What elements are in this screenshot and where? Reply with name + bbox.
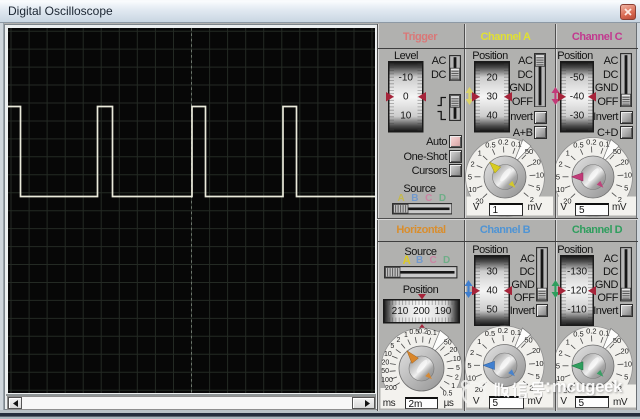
svg-text:20: 20 bbox=[450, 347, 458, 354]
svg-text:0.1: 0.1 bbox=[511, 328, 521, 337]
svg-text:0.5: 0.5 bbox=[485, 329, 495, 338]
svg-text:200: 200 bbox=[413, 306, 430, 317]
svg-text:30: 30 bbox=[486, 91, 498, 102]
svg-text:50: 50 bbox=[524, 336, 532, 345]
svg-text:0.1: 0.1 bbox=[511, 139, 521, 148]
svg-text:190: 190 bbox=[434, 306, 451, 317]
svg-text:30: 30 bbox=[486, 266, 498, 277]
svg-text:-110: -110 bbox=[567, 304, 587, 315]
svg-text:2: 2 bbox=[396, 337, 400, 344]
svg-text:210: 210 bbox=[391, 306, 408, 317]
svg-text:50: 50 bbox=[613, 336, 621, 345]
svg-text:20: 20 bbox=[621, 347, 629, 356]
svg-text:-10: -10 bbox=[399, 72, 414, 83]
svg-text:5: 5 bbox=[556, 361, 560, 370]
svg-text:50: 50 bbox=[381, 368, 389, 375]
svg-text:0.5: 0.5 bbox=[485, 141, 495, 150]
svg-text:2: 2 bbox=[470, 348, 474, 357]
svg-text:50: 50 bbox=[613, 147, 621, 156]
svg-text:40: 40 bbox=[486, 285, 498, 296]
svg-text:0.1: 0.1 bbox=[599, 328, 609, 337]
svg-text:10: 10 bbox=[624, 170, 632, 179]
svg-text:-30: -30 bbox=[569, 110, 584, 121]
svg-text:1: 1 bbox=[566, 337, 570, 346]
svg-text:20: 20 bbox=[382, 359, 390, 366]
svg-text:10: 10 bbox=[384, 351, 392, 358]
svg-text:40: 40 bbox=[486, 110, 498, 121]
svg-text:2: 2 bbox=[559, 159, 563, 168]
svg-text:100: 100 bbox=[381, 377, 393, 384]
svg-text:5: 5 bbox=[467, 361, 471, 370]
svg-text:0.5: 0.5 bbox=[573, 330, 583, 339]
svg-text:1: 1 bbox=[478, 148, 482, 157]
svg-text:-50: -50 bbox=[569, 72, 584, 83]
svg-text:0.2: 0.2 bbox=[498, 138, 508, 147]
svg-text:0.2: 0.2 bbox=[586, 138, 596, 147]
svg-text:50: 50 bbox=[444, 340, 452, 347]
svg-text:50: 50 bbox=[525, 147, 533, 156]
svg-text:1: 1 bbox=[566, 148, 570, 157]
svg-text:20: 20 bbox=[486, 72, 498, 83]
svg-text:50: 50 bbox=[486, 304, 498, 315]
svg-text:10: 10 bbox=[624, 359, 632, 368]
svg-text:10: 10 bbox=[468, 185, 476, 194]
svg-text:-130: -130 bbox=[566, 266, 586, 277]
svg-text:20: 20 bbox=[621, 158, 629, 167]
svg-text:10: 10 bbox=[556, 185, 564, 194]
svg-text:-40: -40 bbox=[569, 91, 584, 102]
svg-text:5: 5 bbox=[390, 343, 394, 350]
svg-text:5: 5 bbox=[624, 184, 628, 193]
svg-text:2: 2 bbox=[471, 159, 475, 168]
svg-text:10: 10 bbox=[400, 110, 412, 121]
svg-text:5: 5 bbox=[468, 172, 472, 181]
svg-text:0.1: 0.1 bbox=[599, 139, 609, 148]
svg-text:0.2: 0.2 bbox=[498, 326, 508, 335]
svg-text:0.1: 0.1 bbox=[427, 330, 437, 337]
svg-text:10: 10 bbox=[536, 170, 544, 179]
svg-text:0.5: 0.5 bbox=[573, 141, 583, 150]
svg-text:0: 0 bbox=[403, 91, 409, 102]
svg-text:1: 1 bbox=[477, 337, 481, 346]
svg-text:200: 200 bbox=[385, 385, 397, 392]
svg-text:10: 10 bbox=[453, 356, 461, 363]
svg-text:5: 5 bbox=[536, 184, 540, 193]
svg-text:10: 10 bbox=[535, 359, 543, 368]
svg-text:2: 2 bbox=[559, 348, 563, 357]
svg-text:1: 1 bbox=[404, 332, 408, 339]
svg-text:20: 20 bbox=[533, 158, 541, 167]
svg-text:0.2: 0.2 bbox=[586, 327, 596, 336]
svg-text:20: 20 bbox=[532, 346, 540, 355]
svg-text:5: 5 bbox=[556, 172, 560, 181]
svg-text:-120: -120 bbox=[566, 285, 586, 296]
